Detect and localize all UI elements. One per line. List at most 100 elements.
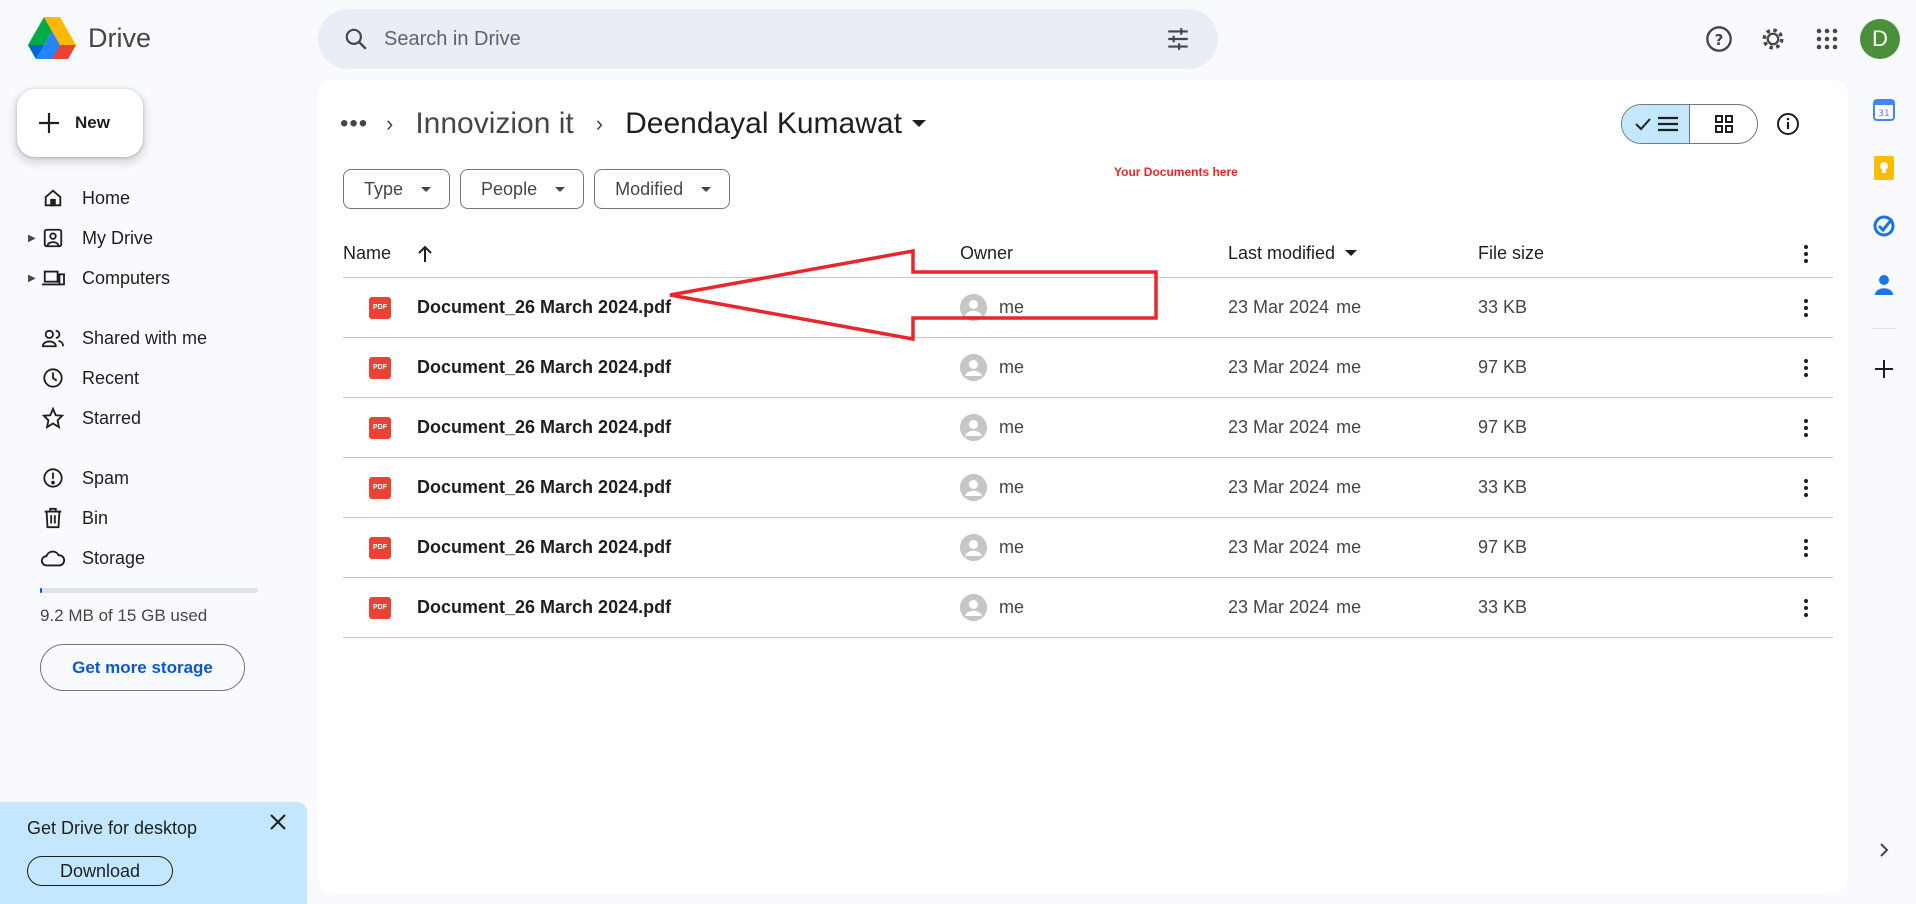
sidebar-item-starred[interactable]: Starred bbox=[0, 398, 300, 438]
sidebar-item-label: Bin bbox=[82, 507, 109, 528]
sidebar-item-spam[interactable]: Spam bbox=[0, 458, 300, 498]
owner-name: me bbox=[999, 297, 1025, 317]
view-toggle bbox=[1621, 104, 1758, 144]
sidebar-item-recent[interactable]: Recent bbox=[0, 358, 300, 398]
list-view-button[interactable] bbox=[1622, 105, 1690, 143]
search-options-icon[interactable] bbox=[1150, 11, 1206, 67]
close-icon[interactable] bbox=[266, 810, 290, 834]
top-right-actions: ? D bbox=[1698, 18, 1900, 60]
file-name[interactable]: Document_26 March 2024.pdf bbox=[417, 597, 671, 618]
breadcrumb-parent[interactable]: Innovizion it bbox=[415, 107, 573, 141]
sidebar-item-label: Computers bbox=[82, 267, 171, 288]
annotation-text: Your Documents here bbox=[1114, 165, 1238, 179]
drive-logo[interactable]: Drive bbox=[28, 16, 151, 60]
file-name[interactable]: Document_26 March 2024.pdf bbox=[417, 297, 671, 318]
search-input[interactable] bbox=[384, 27, 1150, 51]
file-name[interactable]: Document_26 March 2024.pdf bbox=[417, 477, 671, 498]
spam-icon bbox=[40, 465, 66, 491]
file-name-cell: PDF Document_26 March 2024.pdf bbox=[343, 416, 960, 439]
chevron-right-icon[interactable] bbox=[1872, 838, 1896, 862]
table-row[interactable]: PDF Document_26 March 2024.pdf me 23 Mar… bbox=[343, 398, 1833, 458]
sort-ascending-icon[interactable] bbox=[417, 245, 433, 263]
download-button[interactable]: Download bbox=[27, 856, 173, 886]
plus-icon bbox=[39, 113, 59, 133]
help-icon[interactable]: ? bbox=[1698, 18, 1740, 60]
table-header: Name Owner Last modified File size bbox=[343, 230, 1833, 278]
more-vert-icon[interactable] bbox=[1778, 244, 1833, 263]
header-last-modified[interactable]: Last modified bbox=[1228, 243, 1478, 264]
grid-view-button[interactable] bbox=[1690, 105, 1757, 143]
modified-date: 23 Mar 2024 bbox=[1228, 297, 1330, 317]
info-icon[interactable] bbox=[1774, 110, 1802, 138]
sidebar-item-home[interactable]: Home bbox=[0, 178, 300, 218]
sidebar-item-computers[interactable]: ▶ Computers bbox=[0, 258, 300, 298]
breadcrumb-current[interactable]: Deendayal Kumawat bbox=[625, 107, 926, 141]
more-vert-icon[interactable] bbox=[1778, 538, 1833, 557]
table-row[interactable]: PDF Document_26 March 2024.pdf me 23 Mar… bbox=[343, 458, 1833, 518]
calendar-icon[interactable]: 31 bbox=[1870, 96, 1898, 124]
file-name-cell: PDF Document_26 March 2024.pdf bbox=[343, 476, 960, 499]
filter-type[interactable]: Type bbox=[343, 169, 451, 209]
header-name[interactable]: Name bbox=[343, 243, 960, 264]
more-vert-icon[interactable] bbox=[1778, 598, 1833, 617]
contacts-icon[interactable] bbox=[1870, 270, 1898, 298]
apps-grid-icon[interactable] bbox=[1806, 18, 1848, 60]
sidebar-item-label: Home bbox=[82, 187, 131, 208]
file-name-cell: PDF Document_26 March 2024.pdf bbox=[343, 596, 960, 619]
get-more-storage-button[interactable]: Get more storage bbox=[40, 644, 245, 691]
header-file-size[interactable]: File size bbox=[1478, 243, 1778, 264]
sidebar-item-label: Shared with me bbox=[82, 327, 208, 348]
more-vert-icon[interactable] bbox=[1778, 298, 1833, 317]
owner-name: me bbox=[999, 477, 1025, 497]
file-name[interactable]: Document_26 March 2024.pdf bbox=[417, 357, 671, 378]
filter-label: Modified bbox=[615, 178, 684, 199]
app-name: Drive bbox=[88, 22, 152, 53]
header-owner[interactable]: Owner bbox=[960, 243, 1228, 264]
account-avatar[interactable]: D bbox=[1860, 19, 1900, 59]
sidebar-item-label: Storage bbox=[82, 547, 146, 568]
table-row[interactable]: PDF Document_26 March 2024.pdf me 23 Mar… bbox=[343, 518, 1833, 578]
sidebar-item-storage[interactable]: Storage bbox=[0, 538, 300, 578]
search-bar[interactable] bbox=[318, 9, 1218, 69]
sort-dropdown-icon bbox=[1345, 250, 1358, 256]
table-row[interactable]: PDF Document_26 March 2024.pdf me 23 Mar… bbox=[343, 338, 1833, 398]
modified-date: 23 Mar 2024 bbox=[1228, 417, 1330, 437]
search-icon[interactable] bbox=[328, 11, 384, 67]
tasks-icon[interactable] bbox=[1870, 212, 1898, 240]
table-row[interactable]: PDF Document_26 March 2024.pdf me 23 Mar… bbox=[343, 578, 1833, 638]
table-row[interactable]: PDF Document_26 March 2024.pdf me 23 Mar… bbox=[343, 278, 1833, 338]
breadcrumb: ••• › Innovizion it › Deendayal Kumawat bbox=[340, 104, 926, 144]
pdf-file-icon: PDF bbox=[369, 596, 391, 619]
dropdown-arrow-icon bbox=[701, 186, 712, 192]
file-size: 33 KB bbox=[1478, 597, 1528, 617]
pdf-file-icon: PDF bbox=[369, 296, 391, 319]
owner-name: me bbox=[999, 537, 1025, 557]
chevron-right-icon: › bbox=[595, 111, 604, 136]
file-name[interactable]: Document_26 March 2024.pdf bbox=[417, 417, 671, 438]
owner-avatar-icon bbox=[960, 414, 987, 441]
sidebar-item-shared[interactable]: Shared with me bbox=[0, 318, 300, 358]
sidebar-item-label: Starred bbox=[82, 407, 142, 428]
owner-avatar-icon bbox=[960, 474, 987, 501]
pdf-file-icon: PDF bbox=[369, 416, 391, 439]
my-drive-icon bbox=[40, 225, 66, 251]
file-name[interactable]: Document_26 March 2024.pdf bbox=[417, 537, 671, 558]
expand-caret-icon[interactable]: ▶ bbox=[28, 233, 36, 244]
more-horiz-icon[interactable]: ••• bbox=[340, 110, 367, 138]
filter-modified[interactable]: Modified bbox=[594, 169, 731, 209]
sidebar-item-bin[interactable]: Bin bbox=[0, 498, 300, 538]
keep-icon[interactable] bbox=[1870, 154, 1898, 182]
new-button[interactable]: New bbox=[17, 89, 143, 157]
more-vert-icon[interactable] bbox=[1778, 358, 1833, 377]
more-vert-icon[interactable] bbox=[1778, 418, 1833, 437]
more-vert-icon[interactable] bbox=[1778, 478, 1833, 497]
filter-people[interactable]: People bbox=[460, 169, 585, 209]
expand-caret-icon[interactable]: ▶ bbox=[28, 273, 36, 284]
home-icon bbox=[40, 185, 66, 211]
sidebar-item-my-drive[interactable]: ▶ My Drive bbox=[0, 218, 300, 258]
settings-gear-icon[interactable] bbox=[1752, 18, 1794, 60]
add-addon-icon[interactable] bbox=[1870, 355, 1898, 383]
sidebar-item-label: Spam bbox=[82, 467, 130, 488]
file-size: 33 KB bbox=[1478, 297, 1528, 317]
modified-cell: 23 Mar 2024 me bbox=[1228, 417, 1478, 438]
